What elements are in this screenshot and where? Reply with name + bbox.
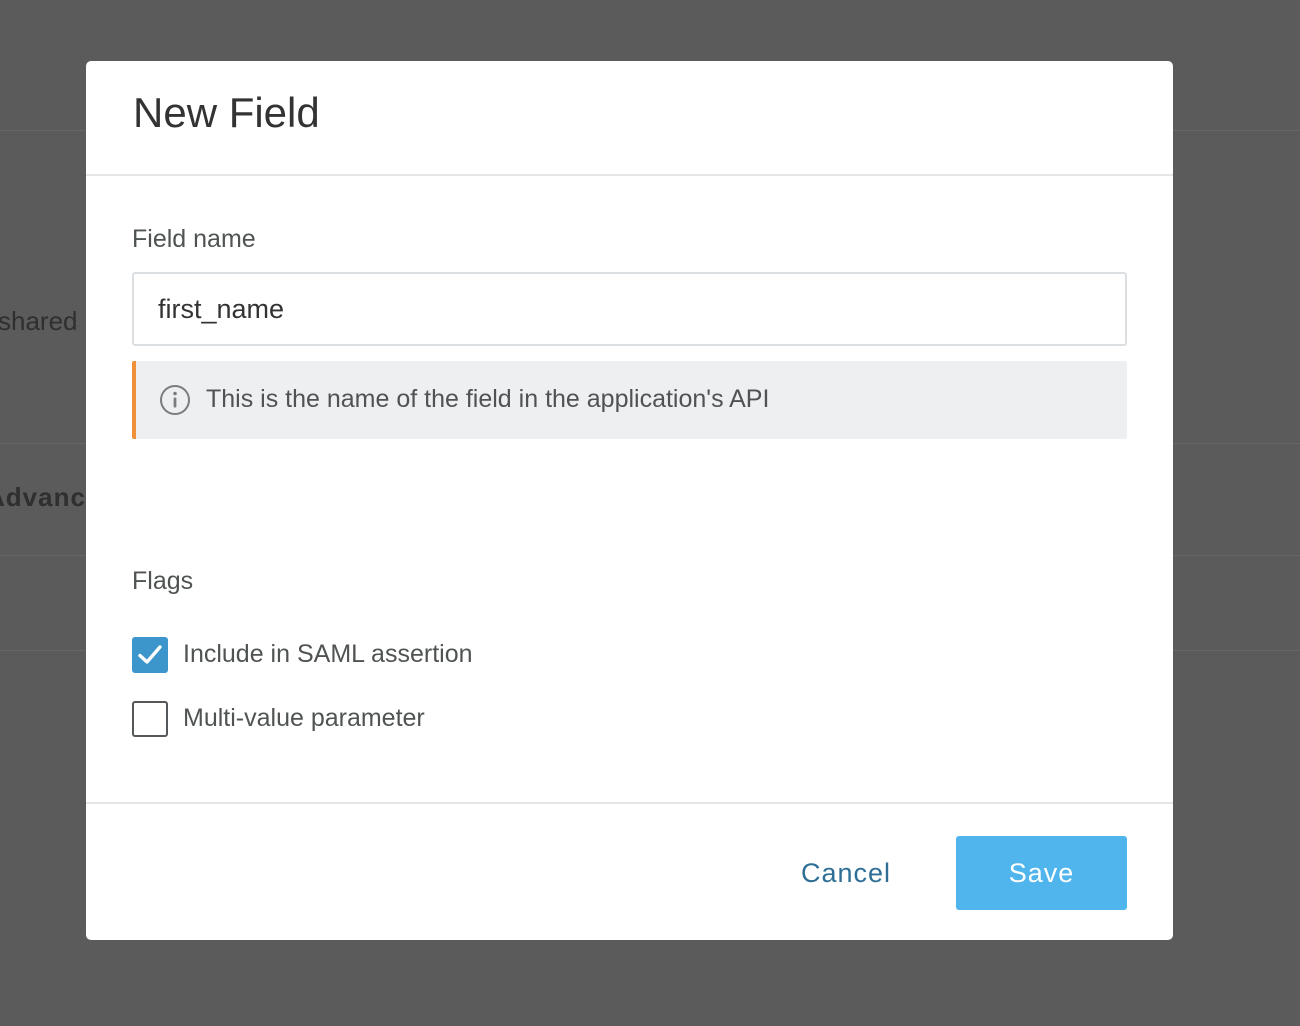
- multi-value-parameter-label: Multi-value parameter: [183, 704, 425, 732]
- multi-value-parameter-checkbox[interactable]: [132, 701, 168, 737]
- field-name-hint: This is the name of the field in the app…: [132, 361, 1127, 439]
- field-name-label: Field name: [132, 225, 256, 253]
- background-text: shared: [0, 306, 78, 336]
- checkmark-icon: [138, 645, 162, 664]
- cancel-button[interactable]: Cancel: [786, 836, 906, 910]
- include-in-saml-assertion-option[interactable]: Include in SAML assertion: [132, 637, 632, 673]
- new-field-dialog: New Field Field name This is the name of…: [86, 61, 1173, 940]
- include-in-saml-assertion-checkbox[interactable]: [132, 637, 168, 673]
- include-in-saml-assertion-label: Include in SAML assertion: [183, 640, 473, 668]
- dialog-header: New Field: [86, 61, 1173, 176]
- flags-label: Flags: [132, 567, 194, 595]
- info-circle-icon: [160, 385, 190, 415]
- footer-divider: [86, 802, 1173, 804]
- hint-text: This is the name of the field in the app…: [206, 385, 770, 413]
- dialog-title: New Field: [133, 89, 320, 136]
- save-button[interactable]: Save: [956, 836, 1127, 910]
- multi-value-parameter-option[interactable]: Multi-value parameter: [132, 701, 632, 737]
- field-name-input[interactable]: [132, 272, 1127, 346]
